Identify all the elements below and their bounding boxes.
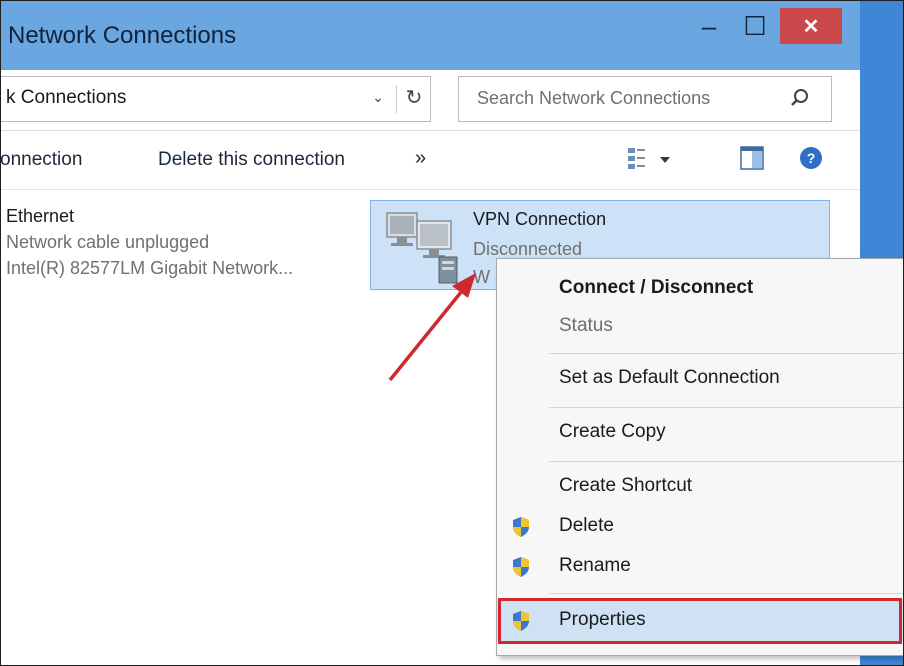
window-title: Network Connections	[8, 22, 237, 49]
rename-connection-button[interactable]: onnection	[0, 149, 82, 171]
delete-connection-button[interactable]: Delete this connection	[158, 149, 345, 171]
menu-item-set-default[interactable]: Set as Default Connection	[497, 359, 904, 399]
maximize-button[interactable]: ☐	[732, 8, 778, 44]
connection-status: Disconnected	[473, 239, 583, 259]
shield-icon	[511, 556, 531, 578]
menu-item-label: Rename	[559, 555, 631, 576]
menu-item-status[interactable]: Status	[497, 307, 904, 347]
connection-name: Ethernet	[6, 206, 75, 226]
close-button[interactable]: ✕	[780, 8, 842, 44]
menu-item-rename[interactable]: Rename	[497, 547, 904, 587]
context-menu: Connect / Disconnect Status Set as Defau…	[496, 258, 904, 656]
connection-status: Network cable unplugged	[6, 232, 210, 252]
view-options-icon[interactable]	[626, 145, 678, 173]
preview-pane-icon[interactable]	[740, 145, 764, 171]
menu-item-create-copy[interactable]: Create Copy	[497, 413, 904, 453]
menu-item-label: Delete	[559, 515, 614, 536]
menu-separator	[549, 407, 904, 408]
connection-device: Intel(R) 82577LM Gigabit Network...	[6, 258, 294, 278]
chevron-down-icon[interactable]: ⌄	[366, 89, 390, 109]
search-input[interactable]: Search Network Connections	[458, 76, 832, 122]
address-field[interactable]: k Connections ⌄ ↻	[0, 76, 431, 122]
menu-item-label: Create Copy	[559, 421, 666, 442]
command-bar: onnection Delete this connection » ?	[0, 131, 860, 190]
menu-item-connect-disconnect[interactable]: Connect / Disconnect	[497, 269, 904, 309]
search-icon[interactable]	[789, 87, 813, 111]
menu-item-label: Status	[559, 315, 613, 336]
menu-separator	[549, 353, 904, 354]
more-commands-button[interactable]: »	[415, 147, 426, 170]
connection-name: VPN Connection	[473, 209, 607, 229]
refresh-icon[interactable]: ↻	[396, 85, 431, 113]
shield-icon	[511, 516, 531, 538]
network-computers-icon	[381, 207, 461, 285]
properties-highlight-box	[498, 598, 902, 644]
address-path: k Connections	[6, 87, 127, 108]
help-icon[interactable]: ?	[800, 147, 822, 169]
connection-device: W	[473, 267, 490, 287]
menu-item-create-shortcut[interactable]: Create Shortcut	[497, 467, 904, 507]
menu-separator	[549, 593, 904, 594]
ethernet-connection[interactable]: Ethernet Network cable unplugged Intel(R…	[6, 206, 366, 284]
title-bar[interactable]: Network Connections ‒ ☐ ✕	[0, 0, 860, 70]
menu-item-delete[interactable]: Delete	[497, 507, 904, 547]
menu-item-label: Connect / Disconnect	[559, 277, 754, 298]
address-bar: k Connections ⌄ ↻ Search Network Connect…	[0, 70, 860, 131]
menu-separator	[549, 461, 904, 462]
menu-item-label: Create Shortcut	[559, 475, 693, 496]
menu-item-label: Set as Default Connection	[559, 367, 780, 388]
search-placeholder: Search Network Connections	[477, 88, 711, 108]
minimize-button[interactable]: ‒	[686, 8, 732, 44]
